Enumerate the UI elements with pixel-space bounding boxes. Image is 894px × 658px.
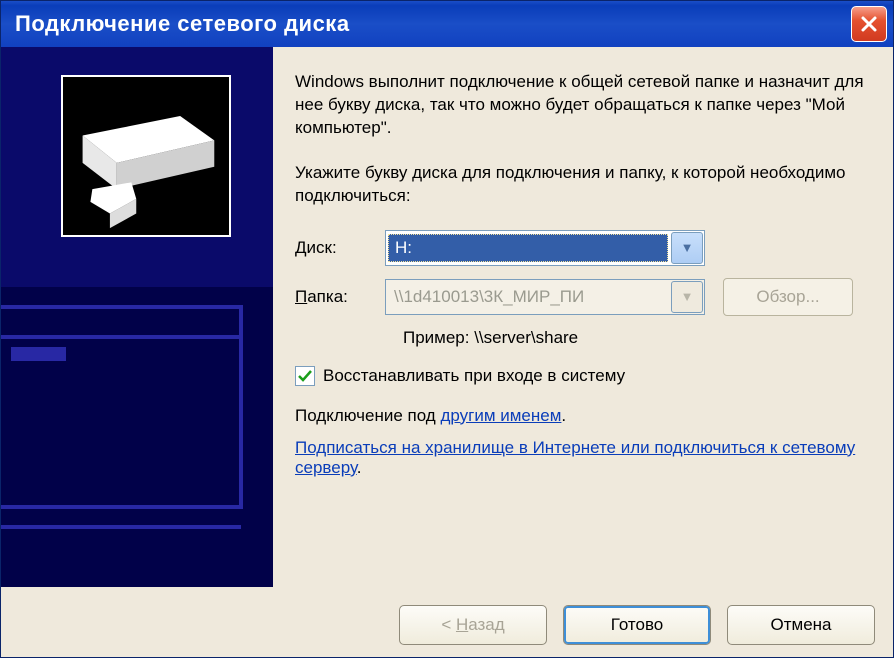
folder-combobox[interactable]: \\1d410013\3К_МИР_ПИ ▼ bbox=[385, 279, 705, 315]
signup-link[interactable]: Подписаться на хранилище в Интернете или… bbox=[295, 438, 855, 477]
folder-row: Папка: \\1d410013\3К_МИР_ПИ ▼ Обзор... bbox=[295, 278, 871, 316]
window-title: Подключение сетевого диска bbox=[15, 11, 350, 37]
reconnect-row: Восстанавливать при входе в систему bbox=[295, 366, 871, 386]
intro-text-2: Укажите букву диска для подключения и па… bbox=[295, 162, 871, 208]
intro-text-1: Windows выполнит подключение к общей сет… bbox=[295, 71, 871, 140]
connect-as-row: Подключение под другим именем. bbox=[295, 406, 871, 426]
reconnect-label: Восстанавливать при входе в систему bbox=[323, 366, 625, 386]
finish-button[interactable]: Готово bbox=[563, 605, 711, 645]
folder-label: Папка: bbox=[295, 287, 385, 307]
chevron-down-icon: ▼ bbox=[671, 281, 703, 313]
drive-icon bbox=[61, 75, 231, 237]
bg-illustration bbox=[1, 287, 273, 587]
button-bar: < Назад Готово Отмена bbox=[399, 605, 875, 645]
wizard-sidebar bbox=[1, 47, 273, 587]
example-text: Пример: \\server\share bbox=[295, 328, 871, 348]
close-button[interactable] bbox=[851, 6, 887, 42]
browse-button: Обзор... bbox=[723, 278, 853, 316]
close-icon bbox=[860, 15, 878, 33]
folder-value: \\1d410013\3К_МИР_ПИ bbox=[388, 283, 668, 311]
checkmark-icon bbox=[297, 368, 313, 384]
content-area: Windows выполнит подключение к общей сет… bbox=[1, 47, 893, 587]
titlebar: Подключение сетевого диска bbox=[1, 1, 893, 47]
different-user-link[interactable]: другим именем bbox=[440, 406, 561, 425]
drive-combobox[interactable]: H: ▼ bbox=[385, 230, 705, 266]
main-panel: Windows выполнит подключение к общей сет… bbox=[273, 47, 893, 587]
cancel-button[interactable]: Отмена bbox=[727, 605, 875, 645]
drive-row: Диск: H: ▼ bbox=[295, 230, 871, 266]
drive-label: Диск: bbox=[295, 238, 385, 258]
signup-row: Подписаться на хранилище в Интернете или… bbox=[295, 438, 871, 478]
back-button: < Назад bbox=[399, 605, 547, 645]
map-network-drive-dialog: Подключение сетевого диска bbox=[0, 0, 894, 658]
drive-value: H: bbox=[388, 234, 668, 262]
chevron-down-icon[interactable]: ▼ bbox=[671, 232, 703, 264]
reconnect-checkbox[interactable] bbox=[295, 366, 315, 386]
